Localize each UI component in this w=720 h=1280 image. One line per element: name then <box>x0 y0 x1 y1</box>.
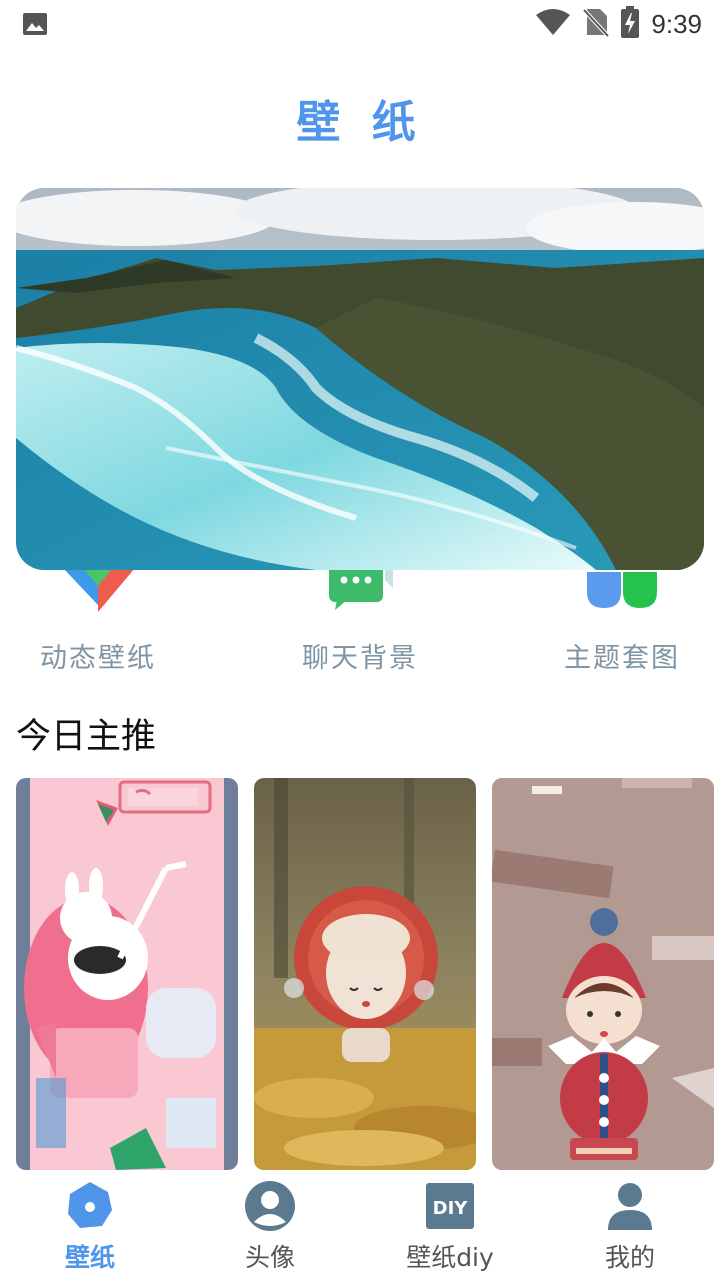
category-dynamic-wallpaper[interactable]: 动态壁纸 <box>0 560 198 680</box>
featured-card-watermelon-soda[interactable] <box>16 778 238 1170</box>
category-label: 动态壁纸 <box>40 643 156 674</box>
category-label: 主题套图 <box>564 643 680 674</box>
nav-label: 我的 <box>604 1243 655 1272</box>
wallpaper-icon <box>64 1180 116 1236</box>
category-theme-set[interactable]: 主题套图 <box>522 560 720 680</box>
nav-label: 壁纸 <box>64 1243 115 1272</box>
image-icon <box>22 12 48 36</box>
nav-item-avatar[interactable]: 头像 <box>180 1172 360 1280</box>
status-bar: 9:39 <box>0 0 720 48</box>
diy-icon: DIY <box>424 1180 476 1236</box>
category-chat-background[interactable]: 聊天背景 <box>260 560 460 680</box>
featured-card-popmart-pucky[interactable] <box>492 778 714 1170</box>
banner-image[interactable] <box>16 188 704 570</box>
page-title: 壁 纸 <box>296 97 424 148</box>
featured-card-flower-doll[interactable] <box>254 778 476 1170</box>
profile-icon <box>604 1180 656 1236</box>
nav-item-wallpaper[interactable]: 壁纸 <box>0 1172 180 1280</box>
no-sim-icon <box>582 7 610 41</box>
bottom-navigation: 壁纸 头像 DIY 壁纸diy 我的 <box>0 1172 720 1280</box>
avatar-icon <box>244 1180 296 1236</box>
status-time: 9:39 <box>651 8 702 39</box>
featured-section-title: 今日主推 <box>16 717 157 757</box>
svg-text:DIY: DIY <box>433 1198 469 1219</box>
nav-item-profile[interactable]: 我的 <box>540 1172 720 1280</box>
nav-item-diy[interactable]: DIY 壁纸diy <box>360 1172 540 1280</box>
category-label: 聊天背景 <box>302 643 418 674</box>
nav-label: 头像 <box>244 1243 295 1272</box>
nav-label: 壁纸diy <box>406 1243 494 1272</box>
wifi-icon <box>535 8 571 40</box>
battery-charging-icon <box>621 6 640 42</box>
